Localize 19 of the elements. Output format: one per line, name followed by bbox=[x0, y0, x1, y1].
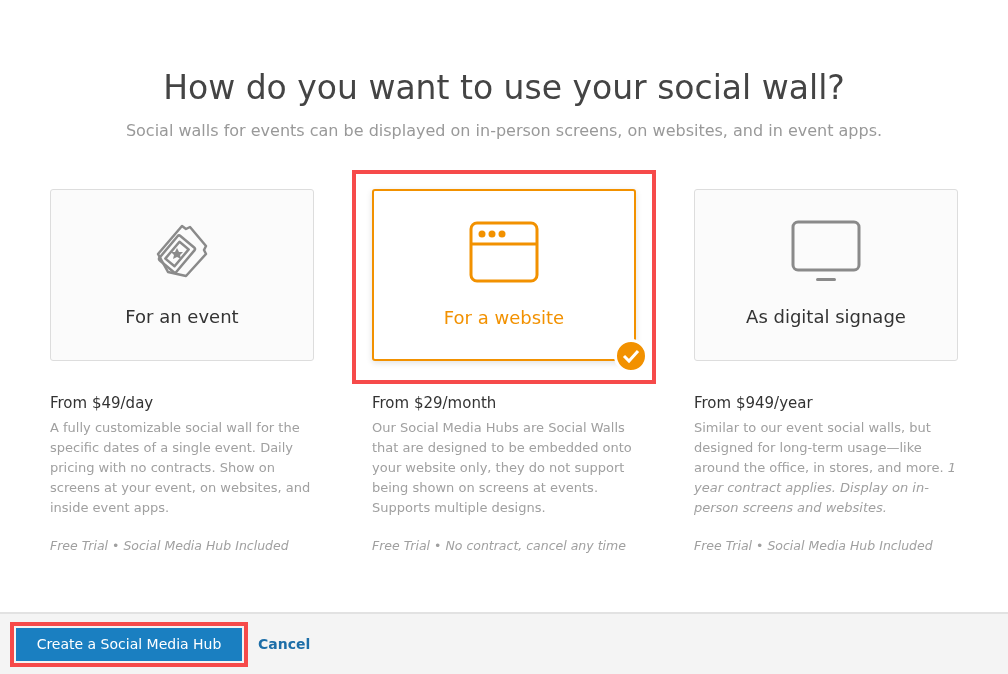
option-description: A fully customizable social wall for the specific dates of a single event. Daily pricing with no contracts. Show on screens at your event, on websites, and inside event apps. bbox=[50, 419, 312, 517]
option-price: From $949/year bbox=[694, 394, 814, 412]
option-description: Our Social Media Hubs are Social Walls that are designed to be embedded onto your website only, they do not support being shown on screens at events. Supports multiple designs. bbox=[372, 419, 633, 517]
option-price: From $49/day bbox=[50, 394, 155, 412]
option-note: Free Trial • Social Media Hub Included bbox=[694, 538, 934, 553]
option-note: Free Trial • Social Media Hub Included bbox=[50, 538, 290, 553]
option-card[interactable]: For an event bbox=[50, 189, 314, 361]
option-label: As digital signage bbox=[746, 306, 906, 327]
cancel-link[interactable]: Cancel bbox=[258, 636, 311, 652]
create-hub-button[interactable]: Create a Social Media Hub bbox=[16, 627, 242, 661]
checkmark-badge-icon bbox=[614, 339, 648, 373]
option-label: For an event bbox=[125, 306, 239, 327]
option-card[interactable]: As digital signage bbox=[694, 189, 958, 361]
option-price: From $29/month bbox=[372, 394, 498, 412]
option-note: Free Trial • No contract, cancel any time bbox=[372, 538, 627, 553]
page-subheading: Social walls for events can be displayed on in-person screens, on websites, and in event apps. bbox=[125, 121, 883, 140]
option-description: Similar to our event social walls, but designed for long-term usage—like around the office, in stores, and more. 1 year contract applies. Display on in-person screens and websites. bbox=[694, 419, 957, 517]
page-heading: How do you want to use your social wall? bbox=[163, 68, 845, 107]
option-label: For a website bbox=[443, 307, 565, 328]
